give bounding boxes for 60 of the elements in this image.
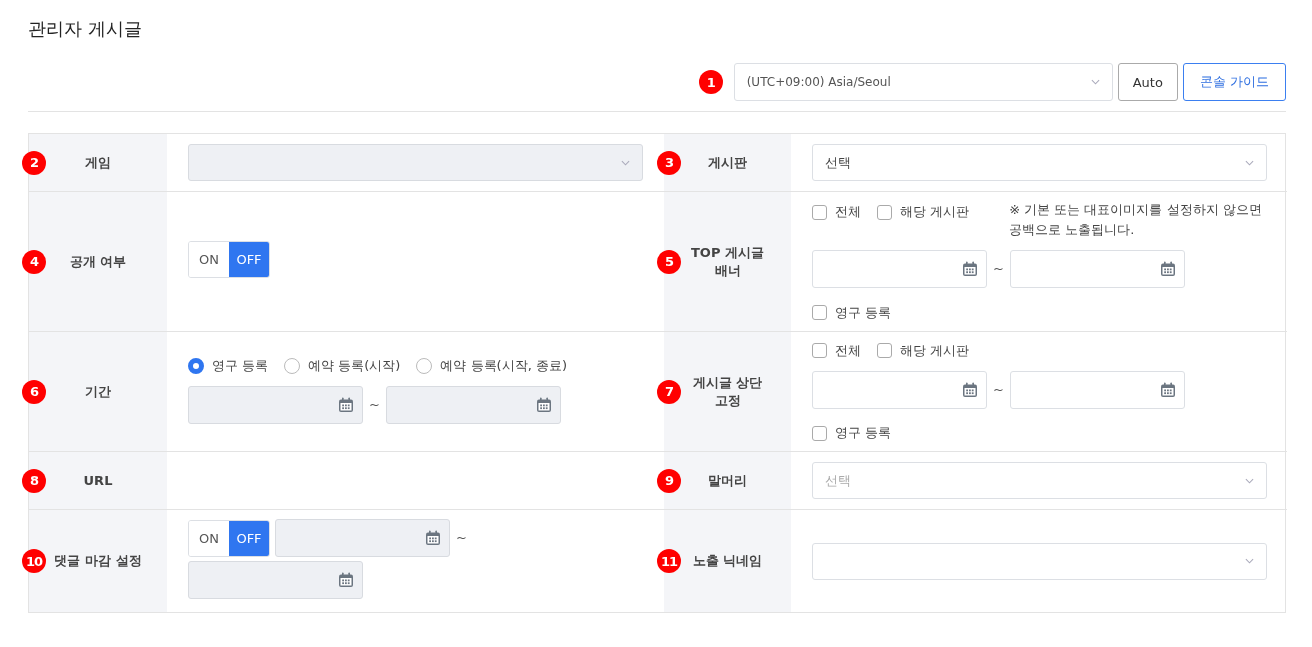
checkbox[interactable]: 영구 등록	[812, 423, 892, 443]
calendar-icon	[535, 396, 552, 413]
calendar-icon	[1159, 381, 1176, 398]
field-label: 게임	[85, 153, 111, 172]
calendar-icon	[1159, 261, 1176, 278]
step-badge: 3	[657, 150, 681, 175]
field-label: URL	[83, 473, 113, 488]
field-label: 댓글 마감 설정	[54, 552, 142, 570]
step-badge: 10	[22, 549, 46, 573]
step-badge: 9	[657, 468, 681, 493]
step-badge: 2	[22, 150, 46, 175]
date-field[interactable]	[1009, 250, 1185, 289]
checkbox[interactable]: 영구 등록	[812, 302, 892, 323]
select-field[interactable]: (UTC+09:00) Asia/Seoul	[733, 63, 1113, 101]
date-field[interactable]	[1009, 370, 1185, 409]
step-badge: 1	[698, 70, 723, 94]
radio-button[interactable]: 예약 등록(시작, 종료)	[416, 355, 567, 376]
range-separator: ~	[456, 529, 467, 547]
checkbox[interactable]: 해당 게시판	[877, 340, 970, 361]
step-badge: 6	[22, 379, 46, 404]
toggle-option[interactable]: OFF	[229, 520, 269, 556]
checkbox[interactable]: 해당 게시판	[877, 202, 970, 223]
chevron-down-icon	[1245, 477, 1254, 484]
calendar-icon	[962, 261, 978, 278]
page-title: 관리자 게시글	[28, 17, 143, 41]
field-label: TOP 게시글 배너	[690, 243, 765, 280]
calendar-icon	[338, 572, 354, 588]
checkbox[interactable]: 전체	[812, 202, 861, 223]
field-label: 말머리	[708, 471, 747, 490]
field-label: 기간	[85, 382, 111, 401]
select-field[interactable]	[812, 542, 1267, 580]
radio-button[interactable]: 영구 등록	[188, 355, 269, 376]
step-badge: 7	[657, 379, 681, 404]
auto-button[interactable]: Auto	[1117, 63, 1178, 101]
step-badge: 5	[657, 249, 681, 274]
chevron-down-icon	[1245, 159, 1254, 166]
date-field[interactable]	[812, 250, 987, 289]
step-badge: 4	[22, 249, 46, 274]
calendar-icon	[425, 530, 441, 546]
field-label: 게시판	[708, 153, 747, 172]
select-field[interactable]: 선택	[812, 144, 1267, 181]
calendar-icon	[962, 381, 978, 398]
step-badge: 8	[22, 468, 46, 493]
guide-button[interactable]: 콘솔 가이드	[1182, 63, 1286, 101]
range-separator: ~	[369, 395, 380, 414]
field-label: 공개 여부	[69, 252, 127, 271]
checkbox[interactable]: 전체	[812, 340, 861, 361]
calendar-icon	[338, 396, 354, 413]
toggle-option[interactable]: OFF	[229, 242, 269, 277]
chevron-down-icon	[621, 159, 630, 166]
chevron-down-icon	[1090, 79, 1100, 85]
field-label: 노출 닉네임	[692, 552, 763, 570]
step-badge: 11	[657, 549, 681, 573]
note-text: ※ 기본 또는 대표이미지를 설정하지 않으면 공백으로 노출됩니다.	[1009, 201, 1263, 240]
range-separator: ~	[993, 260, 1004, 279]
radio-button[interactable]: 예약 등록(시작)	[284, 355, 401, 376]
chevron-down-icon	[1245, 558, 1254, 564]
range-separator: ~	[993, 380, 1004, 399]
field-label: 게시글 상단 고정	[691, 373, 764, 410]
date-field[interactable]	[812, 370, 987, 409]
